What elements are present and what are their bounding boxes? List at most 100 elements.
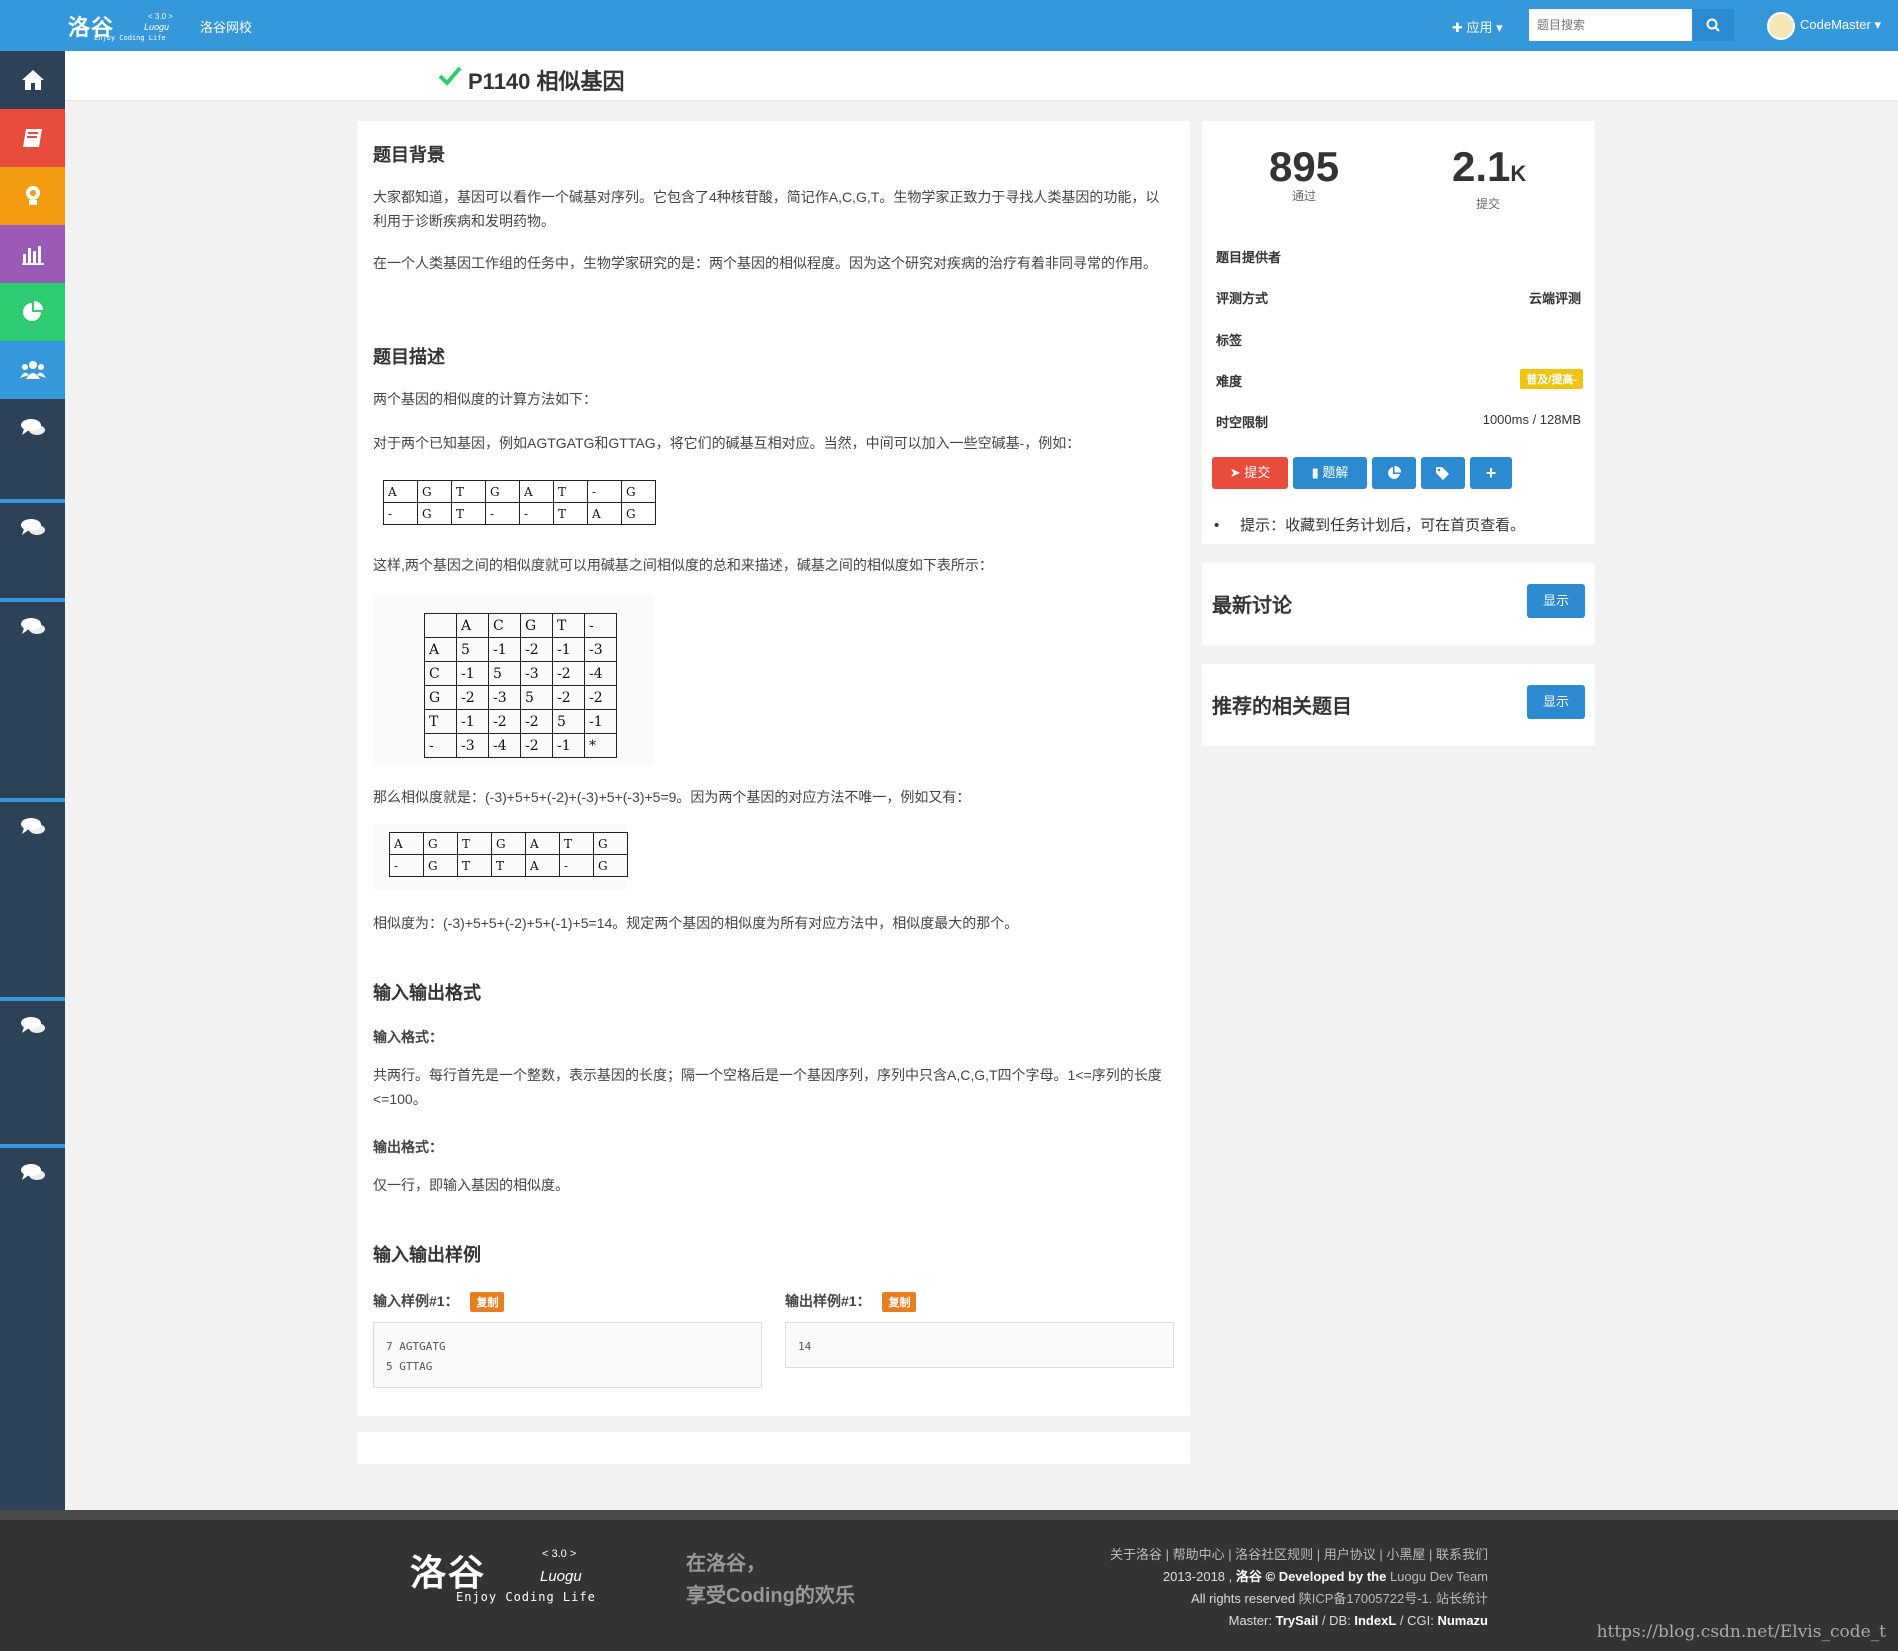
footer-slogan: 在洛谷， 享受Coding的欢乐 (686, 1548, 855, 1612)
footer-logo-latin: Luogu (540, 1568, 582, 1585)
background-paragraph-2: 在一个人类基因工作组的任务中，生物学家研究的是：两个基因的相似程度。因为这个研究… (373, 255, 1157, 271)
table-cell: -2 (552, 685, 585, 710)
table-cell: -1 (584, 709, 617, 734)
footer-logo-version: < 3.0 > (542, 1548, 577, 1560)
footer-slogan-line-2: 享受Coding的欢乐 (686, 1585, 855, 1607)
table-cell: T (451, 502, 486, 525)
table-row: AGTGATG (389, 832, 628, 855)
table-cell: A (525, 854, 560, 877)
table-cell: G (417, 480, 452, 503)
table-cell: - (559, 854, 594, 877)
icp-link[interactable]: 陕ICP备17005722号-1. 站长统计 (1299, 1591, 1488, 1606)
comments-icon (21, 618, 45, 634)
table-cell: A (525, 832, 560, 855)
sidebar-item-ranking[interactable] (0, 225, 65, 283)
watermark: https://blog.csdn.net/Elvis_code_t (1596, 1622, 1886, 1642)
judge-value: 云端评测 (1528, 291, 1581, 306)
problem-title-bar: P1140 相似基因 (65, 51, 1898, 101)
footer-nav-links[interactable]: 关于洛谷 | 帮助中心 | 洛谷社区规则 | 用户协议 | 小黑屋 | 联系我们 (1110, 1544, 1488, 1566)
tags-icon (1436, 467, 1449, 480)
user-menu[interactable]: CodeMaster ▾ (1800, 17, 1881, 33)
sidebar-item-contest[interactable] (0, 283, 65, 341)
sample-input-box[interactable]: 7 AGTGATG 5 GTTAG (373, 1322, 762, 1388)
sidebar-item-discuss-4[interactable] (0, 798, 65, 856)
luogu-logo[interactable]: 洛谷 < 3.0 > Luogu Enjoy Coding Life (64, 8, 174, 42)
show-discussion-button[interactable]: 显示 (1527, 584, 1585, 618)
footer-rights: All rights reserved 陕ICP备17005722号-1. 站长… (1110, 1588, 1488, 1610)
table-cell: T (424, 709, 457, 734)
sidebar-item-discuss-1[interactable] (0, 399, 65, 457)
sample-output-box[interactable]: 14 (785, 1322, 1174, 1368)
tags-button[interactable] (1421, 457, 1465, 489)
logo-tagline: Enjoy Coding Life (94, 34, 166, 42)
table-cell: -1 (552, 637, 585, 662)
input-format-text: 共两行。每行首先是一个整数，表示基因的长度；隔一个空格后是一个基因序列，序列中只… (373, 1067, 1162, 1107)
apps-menu[interactable]: ✚ 应用 ▾ (1452, 17, 1503, 36)
sidebar-item-team[interactable] (0, 341, 65, 399)
table-cell: T (451, 480, 486, 503)
avatar[interactable] (1767, 12, 1795, 40)
caret-down-icon: ▾ (1874, 17, 1881, 32)
io-format-heading: 输入输出格式 (373, 983, 481, 1003)
submit-button[interactable]: ➤ 提交 (1212, 457, 1288, 489)
table-row: - -3 -4 -2 -1 * (424, 733, 617, 758)
sample-output-label-row: 输出样例#1： 复制 (785, 1291, 917, 1312)
footer-logo-tagline: Enjoy Coding Life (456, 1590, 596, 1604)
output-format-label: 输出格式： (373, 1139, 443, 1155)
table-cell: -3 (520, 661, 553, 686)
sidebar-item-discuss-6[interactable] (0, 1144, 65, 1202)
footer-slogan-line-1: 在洛谷， (686, 1553, 766, 1575)
footer-copyright: 2013-2018 , 洛谷 © Developed by the Luogu … (1110, 1566, 1488, 1588)
sample-output-line-1: 14 (798, 1340, 812, 1353)
table-cell: - (383, 502, 418, 525)
add-to-plan-button[interactable]: + (1470, 457, 1512, 489)
statistics-button[interactable] (1372, 457, 1416, 489)
paper-plane-icon: ➤ (1229, 465, 1241, 480)
table-cell: A (519, 480, 554, 503)
table-cell: -2 (488, 709, 521, 734)
solution-button[interactable]: ▮ 题解 (1293, 457, 1367, 489)
comments-icon (21, 1164, 45, 1180)
sidebar-item-problems[interactable] (0, 109, 65, 167)
table-cell: -1 (456, 661, 489, 686)
caret-down-icon: ▾ (1496, 20, 1503, 35)
empty-card (357, 1432, 1190, 1464)
sidebar-item-discuss-5[interactable] (0, 997, 65, 1055)
table-row: -GT--TAG (383, 502, 656, 525)
sample-input-label-row: 输入样例#1： 复制 (373, 1291, 505, 1312)
table-cell: -2 (520, 733, 553, 758)
table-cell: C (488, 613, 521, 638)
puzzle-icon: ✚ (1452, 20, 1463, 35)
table-row: ACGT- (424, 613, 617, 638)
check-icon (438, 66, 462, 86)
dev-team-link[interactable]: Luogu Dev Team (1390, 1569, 1488, 1584)
sidebar-item-discuss-3[interactable] (0, 598, 65, 656)
solution-button-label: 题解 (1322, 465, 1349, 480)
description-paragraph-4: 那么相似度就是：(-3)+5+5+(-2)+(-3)+5+(-3)+5=9。因为… (373, 789, 971, 805)
background-heading: 题目背景 (373, 145, 445, 165)
search-button[interactable] (1692, 9, 1734, 41)
table-cell: 5 (552, 709, 585, 734)
sidebar (0, 51, 65, 1510)
table-cell: G (593, 854, 628, 877)
table-row: -GTTA-G (389, 854, 628, 877)
footer-servers: Master: TrySail / DB: IndexL / CGI: Numa… (1110, 1610, 1488, 1632)
bullet-icon: • (1214, 517, 1220, 534)
similarity-score-table: A C G T - A 5 -1 -2 -1 -3 C -1 5 -3 -2 -4 G -2 -3 5 -2 -2 T -1 -2… (424, 613, 617, 758)
favorite-hint: • 提示：收藏到任务计划后，可在首页查看。 (1214, 514, 1525, 535)
table-cell: 5 (520, 685, 553, 710)
rights-text: All rights reserved (1191, 1591, 1299, 1606)
sidebar-item-discuss-2[interactable] (0, 499, 65, 557)
table-cell: T (559, 832, 594, 855)
table-cell: -2 (552, 661, 585, 686)
sidebar-item-training[interactable] (0, 167, 65, 225)
input-format-label: 输入格式： (373, 1029, 443, 1045)
school-link[interactable]: 洛谷网校 (200, 17, 252, 36)
copy-input-button[interactable]: 复制 (470, 1292, 505, 1312)
search-input[interactable] (1529, 9, 1692, 41)
sidebar-item-home[interactable] (0, 51, 65, 109)
copy-output-button[interactable]: 复制 (882, 1292, 917, 1312)
server-master-label: Master: (1228, 1613, 1276, 1628)
problem-stats-card: 895 通过 2.1K 提交 题目提供者 评测方式 云端评测 标签 难度 普及/… (1202, 121, 1595, 544)
show-related-button[interactable]: 显示 (1527, 685, 1585, 719)
